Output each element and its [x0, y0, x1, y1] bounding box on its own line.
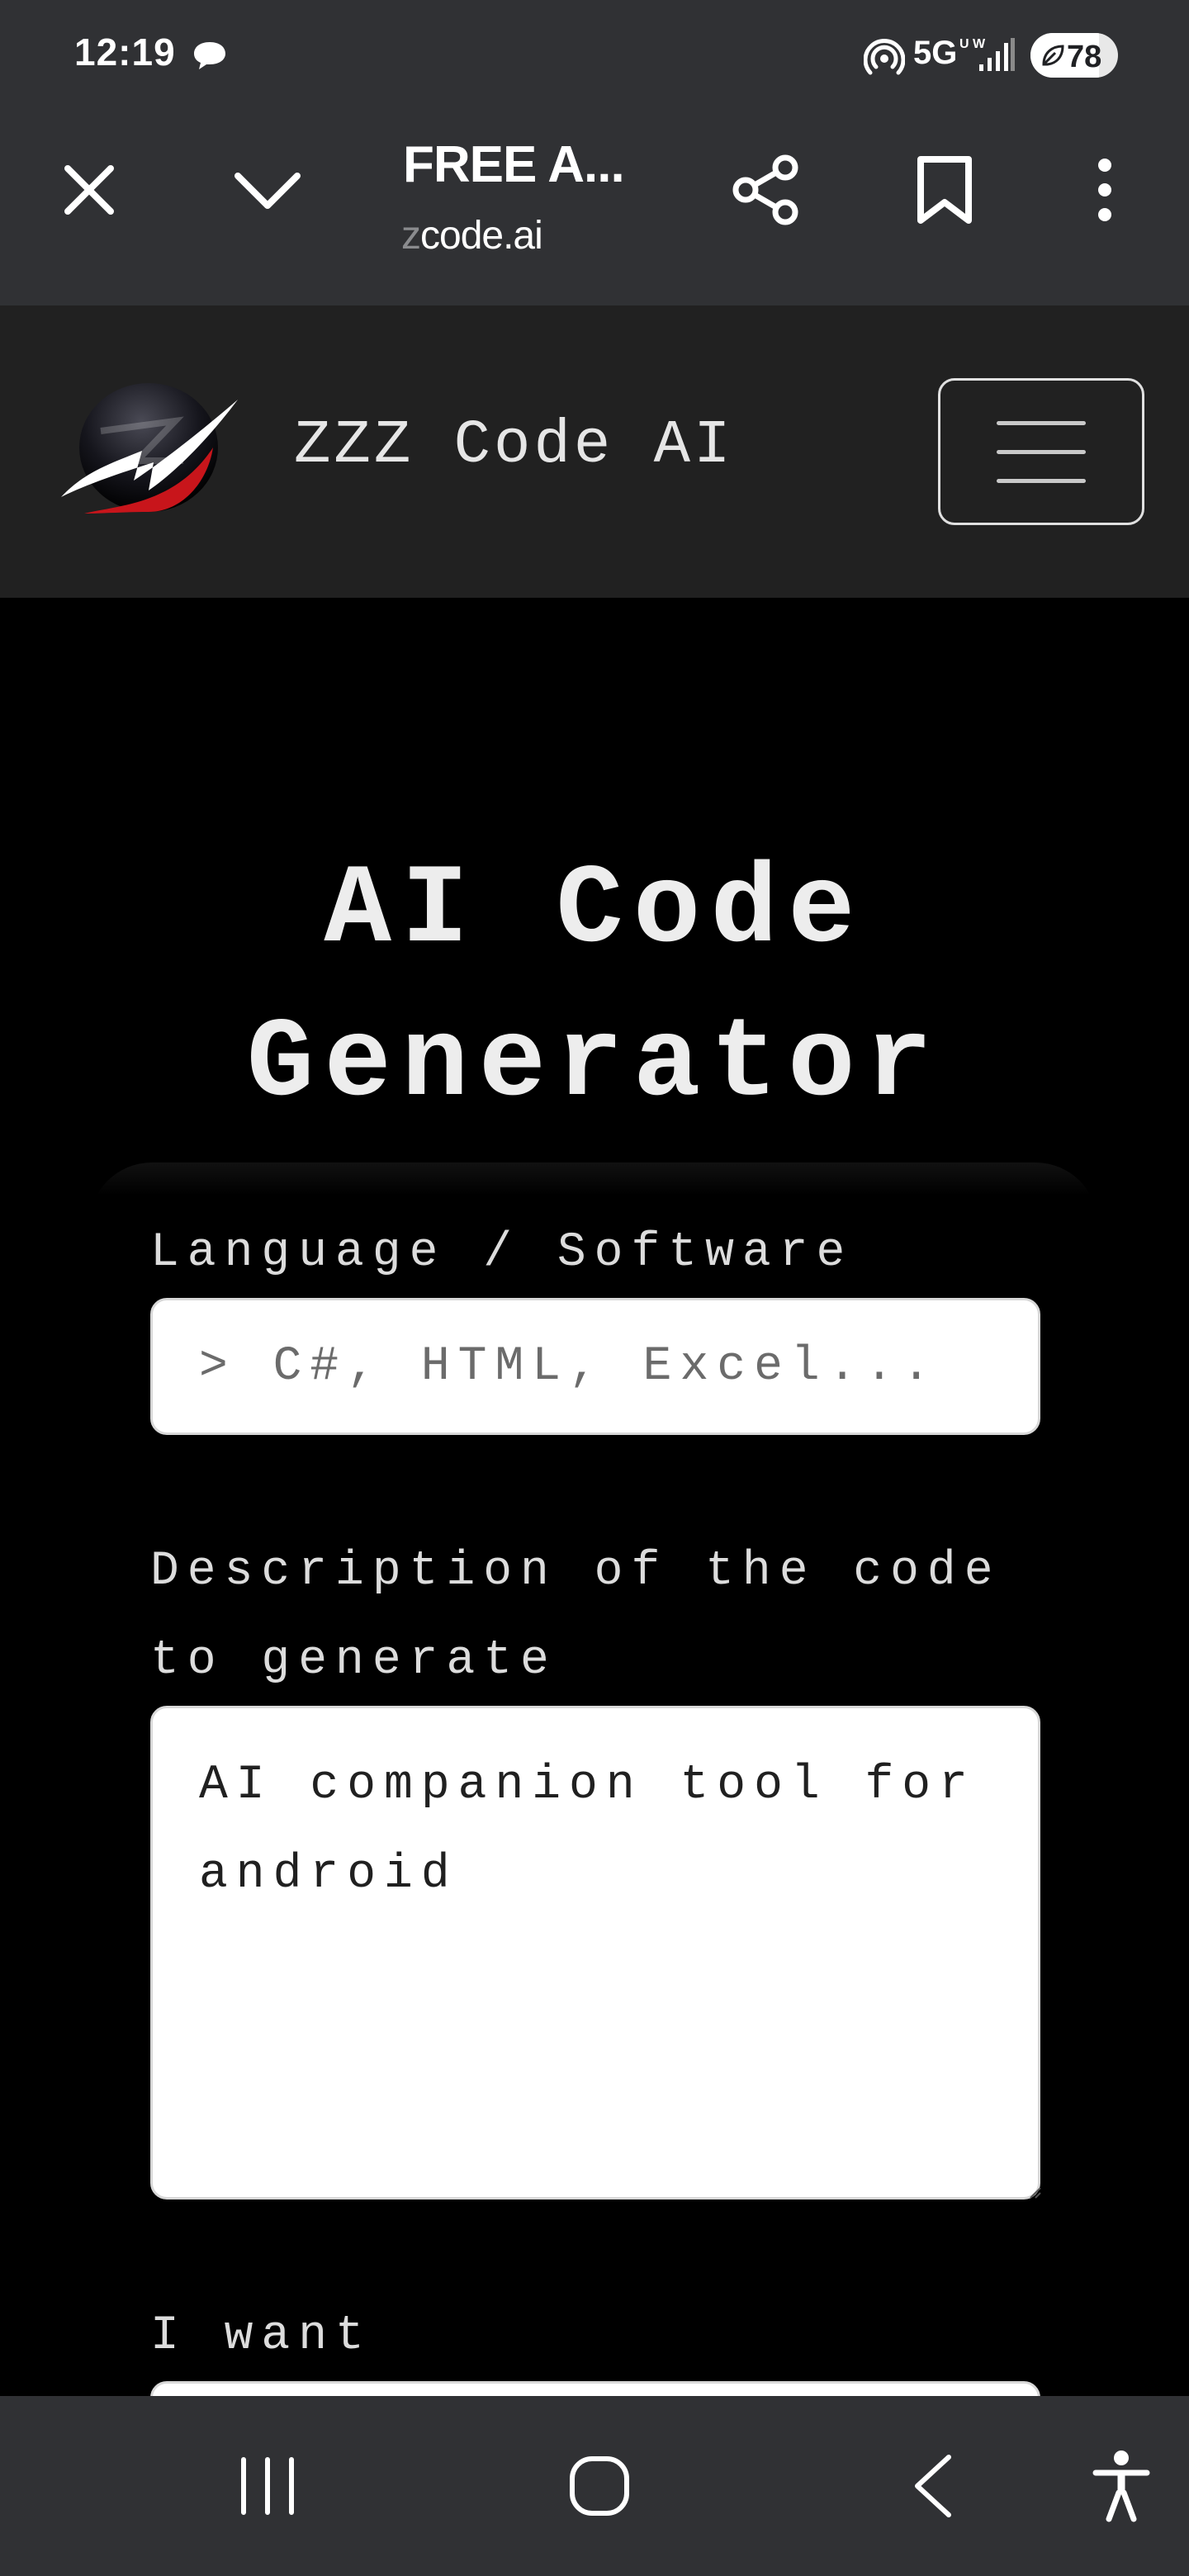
output-type-label: I want: [150, 2309, 372, 2363]
bookmark-button[interactable]: [905, 150, 984, 230]
home-button[interactable]: [542, 2432, 657, 2540]
close-icon: [64, 165, 114, 215]
battery-indicator: 78: [1030, 33, 1118, 78]
accessibility-button[interactable]: [1063, 2432, 1179, 2540]
hamburger-icon-bar: [997, 478, 1086, 483]
back-icon: [915, 2455, 951, 2517]
hamburger-icon-bar: [997, 449, 1086, 454]
home-icon: [570, 2456, 629, 2516]
status-bar: 12:19 5G U W 78: [0, 0, 1189, 107]
language-input[interactable]: [150, 1298, 1040, 1435]
menu-toggle-button[interactable]: [938, 378, 1144, 525]
recent-apps-button[interactable]: [210, 2432, 325, 2540]
status-time: 12:19: [74, 31, 176, 73]
language-label: Language / Software: [150, 1226, 854, 1280]
close-tab-button[interactable]: [50, 150, 129, 230]
bookmark-icon: [917, 156, 972, 224]
page-title: FREE A...: [403, 136, 625, 193]
accessibility-icon: [1092, 2451, 1150, 2522]
minimize-button[interactable]: [228, 150, 307, 230]
power-saving-leaf-icon: [1042, 45, 1064, 66]
chevron-down-icon: [234, 173, 301, 209]
battery-percent: 78: [1067, 40, 1102, 74]
zzz-logo[interactable]: [51, 381, 243, 522]
page-url: zcode.ai: [401, 213, 543, 258]
back-button[interactable]: [875, 2432, 991, 2540]
page-url-domain: code.ai: [420, 214, 543, 258]
signal-strength-icon: [979, 38, 1015, 71]
description-label-line-1: Description of the code: [150, 1545, 1002, 1598]
more-options-button[interactable]: [1065, 150, 1144, 230]
site-brand-name[interactable]: ZZZ Code AI: [294, 411, 733, 481]
more-vertical-icon: [1098, 159, 1111, 221]
site-header: ZZZ Code AI: [0, 305, 1189, 598]
browser-toolbar: FREE A... zcode.ai: [0, 107, 1189, 305]
share-icon: [732, 154, 798, 225]
recent-apps-icon: [241, 2457, 294, 2515]
heading-line-1: AI Code: [324, 847, 865, 974]
system-navigation-bar: [0, 2396, 1189, 2576]
share-button[interactable]: [727, 150, 806, 230]
hotspot-icon: [864, 39, 905, 75]
page-heading: AI Code Generator: [0, 834, 1189, 1141]
network-type: 5G: [913, 35, 958, 71]
hamburger-icon-bar: [997, 420, 1086, 425]
chat-bubble-icon: [194, 42, 225, 69]
resize-handle-icon[interactable]: [1024, 2181, 1042, 2200]
description-textarea[interactable]: [150, 1706, 1040, 2200]
heading-line-2: Generator: [246, 1001, 943, 1128]
description-label-line-2: to generate: [150, 1634, 557, 1688]
page-url-faded-prefix: z: [401, 214, 421, 258]
